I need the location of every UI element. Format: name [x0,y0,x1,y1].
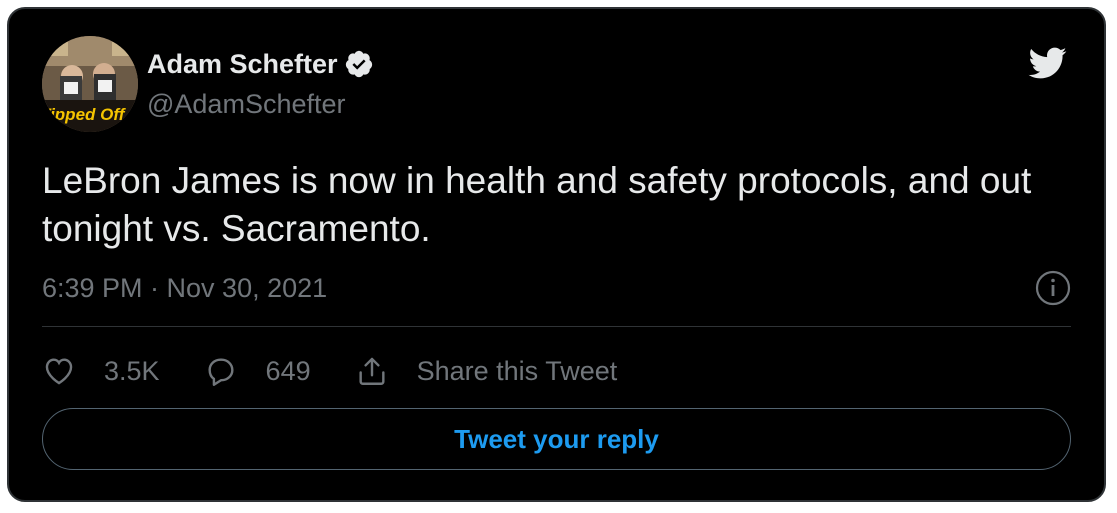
speech-bubble-icon [208,358,234,386]
share-icon [359,357,385,385]
tweet-actions: 3.5K 649 Share this Tweet [42,351,661,391]
avatar-caption: Tipped Off [42,105,127,124]
author-name-row: Adam Schefter [147,47,374,81]
info-icon[interactable] [1035,270,1071,306]
like-count: 3.5K [104,355,160,386]
avatar-image: Tipped Off [42,36,138,132]
reply-action[interactable]: 649 [204,354,311,388]
avatar[interactable]: Tipped Off [42,36,138,132]
tweet-card: Tipped Off Adam Schefter @AdamSchefter L… [7,7,1106,502]
verified-badge-icon [344,49,374,79]
reply-button-label: Tweet your reply [454,423,659,454]
heart-icon [45,358,73,385]
like-action[interactable]: 3.5K [42,354,160,388]
share-action[interactable]: Share this Tweet [355,354,618,388]
author-handle[interactable]: @AdamSchefter [147,87,346,121]
reply-count: 649 [265,355,311,386]
twitter-bird-icon[interactable] [1023,43,1071,83]
tweet-reply-button[interactable]: Tweet your reply [42,408,1071,470]
author-name[interactable]: Adam Schefter [147,47,338,81]
tweet-timestamp[interactable]: 6:39 PM · Nov 30, 2021 [42,271,327,305]
divider [42,326,1071,327]
tweet-text: LeBron James is now in health and safety… [42,160,1032,249]
share-label: Share this Tweet [416,355,618,386]
